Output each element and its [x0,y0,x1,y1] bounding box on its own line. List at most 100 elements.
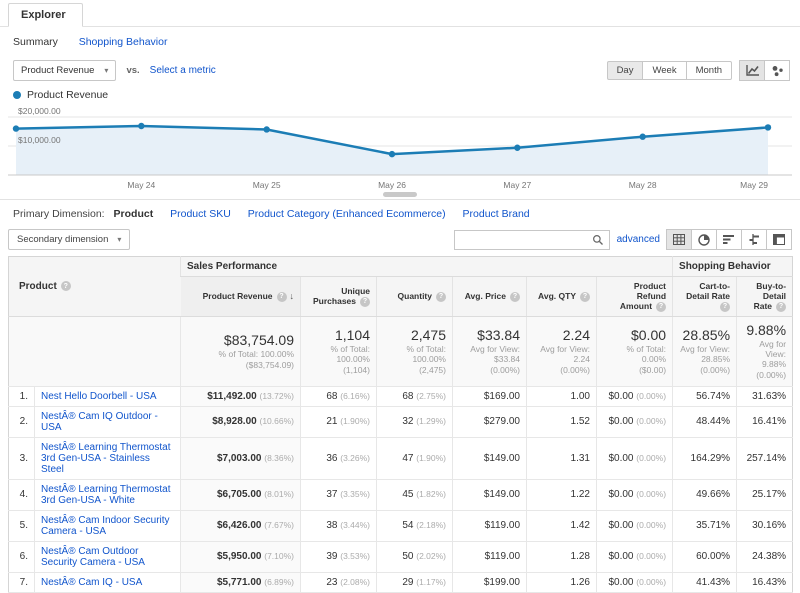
table-toolbar: Secondary dimension ▾ advanced [0,226,800,256]
column-header-unique-purchases[interactable]: Unique Purchases? [301,277,377,317]
product-link[interactable]: NestÂ® Cam Outdoor Security Camera - USA [41,546,145,568]
column-header-avg-qty[interactable]: Avg. QTY? [527,277,597,317]
metric-dropdown[interactable]: Product Revenue ▾ [13,60,116,81]
product-name-cell: NestÂ® Learning Thermostat 3rd Gen-USA -… [35,479,181,510]
granularity-month-button[interactable]: Month [686,61,732,80]
data-point-marker[interactable] [639,134,645,140]
unique-purchases-cell: 36 (3.26%) [301,437,377,479]
data-point-marker[interactable] [389,151,395,157]
info-icon: ? [277,292,287,302]
column-header-product-refund-amount[interactable]: Product Refund Amount? [597,277,673,317]
quantity-cell: 54 (2.18%) [377,510,453,541]
x-axis-tick-label: May 28 [629,180,657,190]
cart-to-detail-cell: 49.66% [673,479,737,510]
search-input[interactable] [455,231,587,249]
line-chart-button[interactable] [739,60,765,81]
table-view-button[interactable] [666,229,692,250]
quantity-cell: 45 (1.82%) [377,479,453,510]
motion-chart-button[interactable] [764,60,790,81]
avg-price-cell: $149.00 [453,479,527,510]
info-icon: ? [61,281,71,291]
legend-series-label: Product Revenue [27,89,108,101]
product-link[interactable]: NestÂ® Learning Thermostat 3rd Gen-USA -… [41,442,170,475]
dimension-product[interactable]: Product [114,208,154,220]
avg-price-cell: $119.00 [453,541,527,572]
info-icon: ? [436,292,446,302]
pivot-view-button[interactable] [766,229,792,250]
sort-descending-icon[interactable]: ↓ [290,291,295,301]
quantity-cell: 50 (2.02%) [377,541,453,572]
totals-buy-to-detail: 9.88% Avg for View: 9.88% (0.00%) [737,316,793,386]
comparison-view-button[interactable] [741,229,767,250]
column-header-product-revenue[interactable]: Product Revenue?↓ [181,277,301,317]
data-point-marker[interactable] [263,126,269,132]
table-group-header-row: Product? Sales Performance Shopping Beha… [9,257,793,277]
data-point-marker[interactable] [138,123,144,129]
product-name-cell: NestÂ® Cam IQ Outdoor - USA [35,406,181,437]
data-point-marker[interactable] [514,145,520,151]
timeseries-chart: $20,000.00$10,000.00May 24May 25May 26Ma… [8,105,792,197]
product-link[interactable]: NestÂ® Cam IQ Outdoor - USA [41,411,158,433]
row-rank: 2. [9,406,35,437]
explorer-subnav: Summary Shopping Behavior [0,27,800,56]
advanced-link[interactable]: advanced [617,234,660,245]
tab-explorer[interactable]: Explorer [8,3,83,27]
table-row[interactable]: 6. NestÂ® Cam Outdoor Security Camera - … [9,541,793,572]
table-row[interactable]: 4. NestÂ® Learning Thermostat 3rd Gen-US… [9,479,793,510]
data-point-marker[interactable] [13,125,19,131]
column-header-cart-to-detail-rate[interactable]: Cart-to-Detail Rate? [673,277,737,317]
avg-qty-cell: 1.52 [527,406,597,437]
table-row[interactable]: 1. Nest Hello Doorbell - USA $11,492.00 … [9,386,793,406]
percentage-view-button[interactable] [691,229,717,250]
search-icon[interactable] [587,231,609,249]
row-rank: 1. [9,386,35,406]
dimension-product-brand[interactable]: Product Brand [463,208,530,220]
dimension-product-category[interactable]: Product Category (Enhanced Ecommerce) [248,208,446,220]
product-header-label: Product [19,281,57,292]
buy-to-detail-cell: 25.17% [737,479,793,510]
chart-legend: Product Revenue [0,83,800,105]
x-axis-tick-label: May 25 [253,180,281,190]
unique-purchases-cell: 23 (2.08%) [301,572,377,592]
column-header-product[interactable]: Product? [9,257,181,317]
table-row[interactable]: 3. NestÂ® Learning Thermostat 3rd Gen-US… [9,437,793,479]
product-link[interactable]: NestÂ® Cam Indoor Security Camera - USA [41,515,170,537]
cart-to-detail-cell: 41.43% [673,572,737,592]
totals-row: $83,754.09 % of Total: 100.00% ($83,754.… [9,316,793,386]
percentage-view-icon [698,234,710,246]
unique-purchases-cell: 68 (6.16%) [301,386,377,406]
product-revenue-cell: $6,705.00 (8.01%) [181,479,301,510]
row-rank: 6. [9,541,35,572]
performance-view-button[interactable] [716,229,742,250]
secondary-dimension-dropdown[interactable]: Secondary dimension ▾ [8,229,130,250]
totals-empty-cell [9,316,181,386]
performance-view-icon [723,234,735,245]
avg-price-cell: $119.00 [453,510,527,541]
column-header-buy-to-detail-rate[interactable]: Buy-to-Detail Rate? [737,277,793,317]
totals-unique-purchases: 1,104 % of Total: 100.00% (1,104) [301,316,377,386]
subnav-shopping-behavior[interactable]: Shopping Behavior [79,36,168,48]
product-revenue-line-chart[interactable]: $20,000.00$10,000.00May 24May 25May 26Ma… [8,105,792,195]
select-a-metric-link[interactable]: Select a metric [150,65,216,76]
group-header-shopping-behavior: Shopping Behavior [673,257,793,277]
granularity-day-button[interactable]: Day [607,61,644,80]
product-link[interactable]: NestÂ® Cam IQ - USA [41,577,142,588]
chart-scrollbar-thumb[interactable] [383,192,417,197]
product-link[interactable]: NestÂ® Learning Thermostat 3rd Gen-USA -… [41,484,170,506]
product-link[interactable]: Nest Hello Doorbell - USA [41,391,157,402]
product-name-cell: NestÂ® Cam IQ - USA [35,572,181,592]
granularity-week-button[interactable]: Week [642,61,686,80]
table-row[interactable]: 2. NestÂ® Cam IQ Outdoor - USA $8,928.00… [9,406,793,437]
subnav-summary[interactable]: Summary [13,36,58,48]
table-row[interactable]: 7. NestÂ® Cam IQ - USA $5,771.00 (6.89%)… [9,572,793,592]
data-point-marker[interactable] [765,124,771,130]
column-header-avg-price[interactable]: Avg. Price? [453,277,527,317]
refund-cell: $0.00 (0.00%) [597,437,673,479]
quantity-cell: 47 (1.90%) [377,437,453,479]
table-row[interactable]: 5. NestÂ® Cam Indoor Security Camera - U… [9,510,793,541]
chevron-down-icon: ▾ [117,235,121,244]
dimension-product-sku[interactable]: Product SKU [170,208,231,220]
column-header-quantity[interactable]: Quantity? [377,277,453,317]
unique-purchases-cell: 39 (3.53%) [301,541,377,572]
granularity-button-group: Day Week Month [607,61,732,80]
